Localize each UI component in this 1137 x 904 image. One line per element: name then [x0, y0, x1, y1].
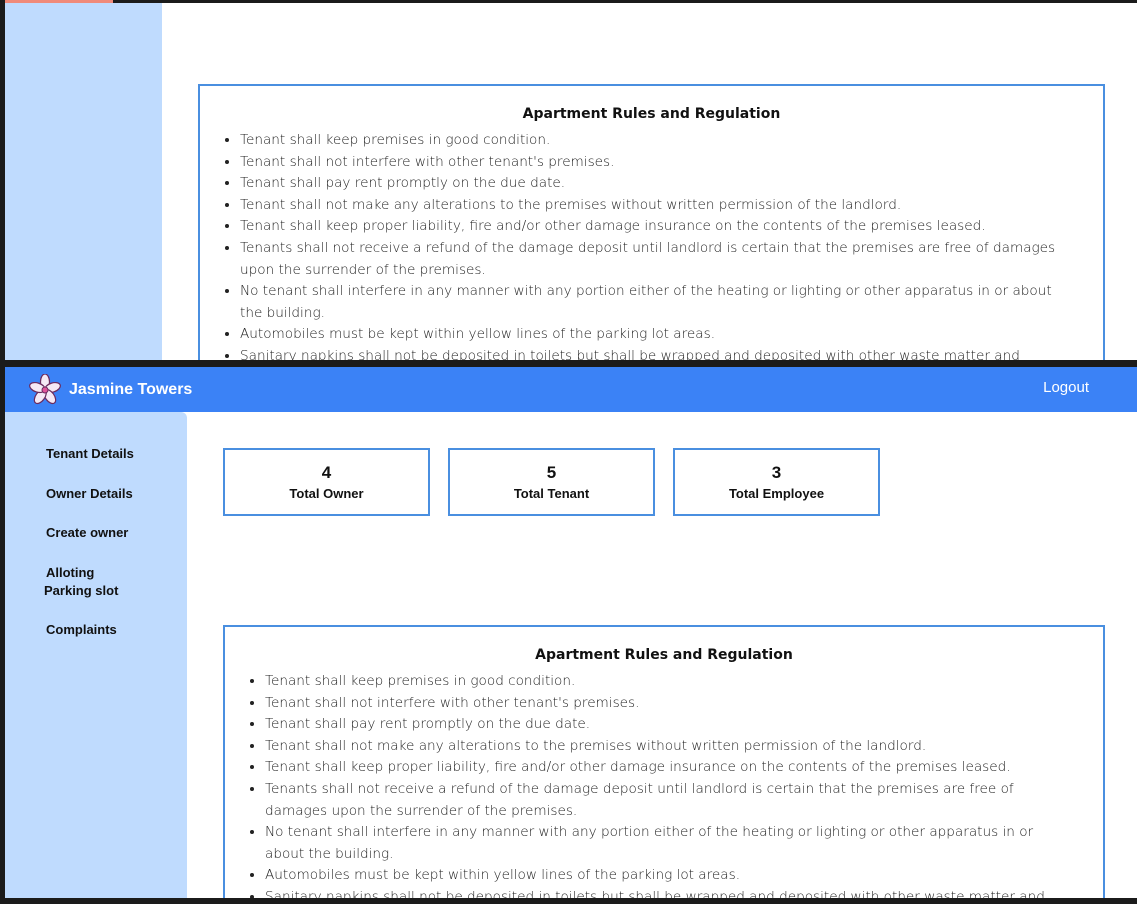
- stat-card-total-owner: 4 Total Owner: [223, 448, 430, 516]
- sidebar-item-alloting-parking-slot[interactable]: Alloting Parking slot: [44, 564, 119, 600]
- rule-item: Tenant shall keep premises in good condi…: [240, 130, 1103, 152]
- rule-item: Tenants shall not receive a refund of th…: [240, 238, 1103, 281]
- rule-item: Sanitary napkins shall not be deposited …: [240, 346, 1103, 360]
- rule-item: Automobiles must be kept within yellow l…: [240, 324, 1103, 346]
- rule-item: Tenants shall not receive a refund of th…: [265, 779, 1103, 822]
- sidebar: Tenant Details Owner Details Create owne…: [5, 412, 187, 898]
- rule-item: Tenant shall not make any alterations to…: [265, 736, 1103, 758]
- rule-item: Tenant shall pay rent promptly on the du…: [240, 173, 1103, 195]
- background-rules-card: Apartment Rules and Regulation Tenant sh…: [198, 84, 1105, 360]
- rule-item: Tenant shall pay rent promptly on the du…: [265, 714, 1103, 736]
- rules-list: Tenant shall keep premises in good condi…: [225, 671, 1103, 898]
- window-frame-left: [0, 0, 5, 360]
- stat-label: Total Owner: [289, 486, 364, 501]
- navbar: Jasmine Towers Logout: [5, 367, 1137, 412]
- stat-label: Total Tenant: [513, 486, 590, 501]
- rules-list: Tenant shall keep premises in good condi…: [200, 130, 1103, 360]
- rule-item: Tenant shall not make any alterations to…: [240, 195, 1103, 217]
- background-window: Apartment Rules and Regulation Tenant sh…: [5, 3, 1137, 360]
- rule-item: Tenant shall keep premises in good condi…: [265, 671, 1103, 693]
- rule-item: Tenant shall not interfere with other te…: [240, 152, 1103, 174]
- stat-label: Total Employee: [728, 486, 825, 501]
- brand[interactable]: Jasmine Towers: [29, 373, 192, 406]
- stat-value: 4: [321, 463, 332, 482]
- rule-item: Tenant shall keep proper liability, fire…: [240, 216, 1103, 238]
- rules-title: Apartment Rules and Regulation: [522, 106, 781, 122]
- stat-value: 3: [771, 463, 782, 482]
- jasmine-flower-icon: [29, 373, 61, 404]
- sidebar-item-complaints[interactable]: Complaints: [46, 621, 117, 639]
- sidebar-item-label-line2: Parking slot: [44, 583, 119, 598]
- rule-item: Automobiles must be kept within yellow l…: [265, 865, 1103, 887]
- rule-item: Sanitary napkins shall not be deposited …: [265, 887, 1103, 898]
- sidebar-item-create-owner[interactable]: Create owner: [46, 524, 128, 542]
- sidebar-item-label-line1: Alloting: [46, 565, 95, 580]
- stat-value: 5: [546, 463, 557, 482]
- rule-item: Tenant shall not interfere with other te…: [265, 693, 1103, 715]
- window-accent-strip: [0, 0, 113, 3]
- sidebar-item-tenant-details[interactable]: Tenant Details: [46, 445, 134, 463]
- rule-item: No tenant shall interfere in any manner …: [265, 822, 1103, 865]
- window-frame-left: [0, 367, 5, 904]
- main-window: Jasmine Towers Logout Tenant Details Own…: [5, 367, 1137, 898]
- brand-name: Jasmine Towers: [69, 380, 193, 398]
- rules-card: Apartment Rules and Regulation Tenant sh…: [223, 625, 1105, 898]
- rule-item: Tenant shall keep proper liability, fire…: [265, 757, 1103, 779]
- sidebar-item-owner-details[interactable]: Owner Details: [46, 485, 133, 503]
- logout-button[interactable]: Logout: [1043, 379, 1089, 396]
- rules-title: Apartment Rules and Regulation: [535, 647, 793, 663]
- stat-card-total-employee: 3 Total Employee: [673, 448, 880, 516]
- background-sidebar: [5, 3, 162, 360]
- stat-card-total-tenant: 5 Total Tenant: [448, 448, 655, 516]
- rule-item: No tenant shall interfere in any manner …: [240, 281, 1103, 324]
